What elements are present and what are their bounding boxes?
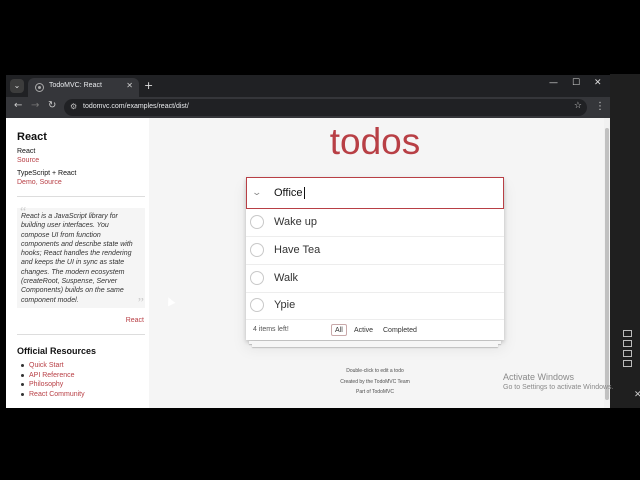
reload-icon[interactable]: ↻: [48, 100, 56, 111]
filter-all[interactable]: All: [331, 324, 347, 336]
kebab-menu-icon[interactable]: ⋮: [595, 101, 605, 112]
todo-footer: 4 items left! All Active Completed: [246, 320, 504, 340]
info-text: Created by the TodoMVC Team: [340, 379, 410, 385]
page-title: todos: [329, 121, 421, 162]
todo-toggle-checkbox[interactable]: [250, 298, 264, 312]
demo-link[interactable]: Demo: [17, 179, 36, 186]
screen: ✕ ⌄ TodoMVC: React ✕ + — ☐ ✕ ← → ↻ ⚙ tod…: [0, 0, 640, 480]
todo-label: Walk: [274, 272, 299, 284]
close-icon[interactable]: ✕: [634, 390, 640, 400]
page-scrollbar[interactable]: [604, 118, 610, 408]
divider: [17, 334, 145, 335]
list-stack-shadow: [252, 344, 498, 347]
resource-link[interactable]: Philosophy: [21, 380, 85, 390]
close-quote-icon: ”: [137, 296, 144, 311]
minimize-icon[interactable]: —: [549, 78, 558, 88]
info-text: Double-click to edit a todo: [346, 368, 404, 374]
filter-completed[interactable]: Completed: [379, 324, 421, 336]
panel-icon: [623, 330, 632, 337]
quote-line: (createRoot, Suspense, Server: [21, 278, 118, 286]
quote-line: React is a JavaScript library for: [21, 213, 118, 220]
todo-label: Ypie: [274, 299, 296, 311]
close-icon[interactable]: ✕: [594, 78, 602, 88]
favicon-icon: [35, 83, 44, 92]
new-todo-input[interactable]: [274, 185, 494, 201]
quote-line: components and describe state with: [21, 240, 133, 248]
panel-icon: [623, 360, 632, 367]
tab-title: TodoMVC: React: [49, 82, 102, 89]
activate-windows-subtitle: Go to Settings to activate Windows.: [503, 384, 614, 391]
todo-item[interactable]: Ypie: [246, 292, 504, 320]
todo-toggle-checkbox[interactable]: [250, 215, 264, 229]
panel-icon: [623, 340, 632, 347]
demo-source-links: Demo, Source: [17, 179, 62, 186]
source-link[interactable]: Source: [17, 157, 39, 164]
todo-item[interactable]: Have Tea: [246, 237, 504, 265]
maximize-icon[interactable]: ☐: [572, 78, 580, 88]
browser-window: ⌄ TodoMVC: React ✕ + — ☐ ✕ ← → ↻ ⚙ todom…: [6, 75, 610, 408]
resource-link[interactable]: API Reference: [21, 371, 85, 381]
filter-active[interactable]: Active: [350, 324, 377, 336]
close-icon[interactable]: ✕: [126, 81, 133, 90]
quote-line: Components) builds on the same: [21, 287, 124, 295]
panel-icon: [623, 350, 632, 357]
url-text: todomvc.com/examples/react/dist/: [83, 103, 189, 110]
sidebar: React React Source TypeScript + React De…: [6, 118, 149, 408]
address-bar[interactable]: ⚙ todomvc.com/examples/react/dist/ ☆: [64, 99, 587, 116]
quote-block: “ React is a JavaScript library for buil…: [17, 205, 145, 311]
back-icon[interactable]: ←: [14, 100, 22, 111]
plus-icon[interactable]: +: [144, 79, 153, 92]
items-left-count: 4 items left!: [253, 326, 289, 333]
todo-label: Wake up: [274, 216, 318, 228]
tab-todomvc[interactable]: TodoMVC: React ✕: [28, 78, 139, 97]
framework-label: React: [17, 148, 36, 155]
activate-windows-title: Activate Windows: [503, 372, 575, 382]
quote-line: component model.: [21, 296, 79, 304]
todo-item[interactable]: Walk: [246, 265, 504, 293]
info-text: Part of TodoMVC: [356, 389, 394, 395]
quote-line: hooks; React handles the rendering: [21, 250, 132, 258]
sidebar-title: React: [17, 131, 47, 143]
page-viewport: React React Source TypeScript + React De…: [6, 118, 604, 408]
todo-item[interactable]: Wake up: [246, 209, 504, 237]
divider: [17, 196, 145, 197]
background-window: ✕: [610, 74, 640, 408]
quote-line: and keeps the UI in sync as state: [21, 259, 125, 267]
typescript-label: TypeScript + React: [17, 170, 77, 177]
quote-line: building user interfaces. You: [21, 222, 109, 230]
resources-list: Quick Start API Reference Philosophy Rea…: [21, 361, 85, 399]
chevron-down-icon[interactable]: ⌄: [251, 188, 262, 198]
resource-link[interactable]: Quick Start: [21, 361, 85, 371]
todo-toggle-checkbox[interactable]: [250, 271, 264, 285]
browser-toolbar: ← → ↻ ⚙ todomvc.com/examples/react/dist/…: [6, 97, 610, 118]
resource-link[interactable]: React Community: [21, 390, 85, 400]
todo-label: Have Tea: [274, 244, 321, 256]
tab-search-icon[interactable]: ⌄: [10, 79, 24, 93]
todo-app: ⌄ Wake up Have Tea Walk: [246, 177, 504, 340]
text-caret: [304, 187, 305, 199]
scrollbar-thumb[interactable]: [605, 128, 609, 400]
quote-text: React is a JavaScript library for buildi…: [21, 212, 135, 305]
site-info-icon[interactable]: ⚙: [70, 102, 77, 111]
todo-toggle-checkbox[interactable]: [250, 243, 264, 257]
tab-strip: ⌄ TodoMVC: React ✕ + — ☐ ✕: [6, 75, 610, 97]
forward-icon[interactable]: →: [31, 100, 39, 111]
quote-source-link[interactable]: React: [17, 317, 144, 324]
new-todo-field: ⌄: [246, 177, 504, 209]
star-icon[interactable]: ☆: [574, 101, 582, 111]
quote-line: compose UI from function: [21, 231, 101, 239]
quote-line: changes. The modern ecosystem: [21, 268, 125, 276]
source-link[interactable]: Source: [40, 179, 62, 186]
resources-title: Official Resources: [17, 346, 97, 356]
